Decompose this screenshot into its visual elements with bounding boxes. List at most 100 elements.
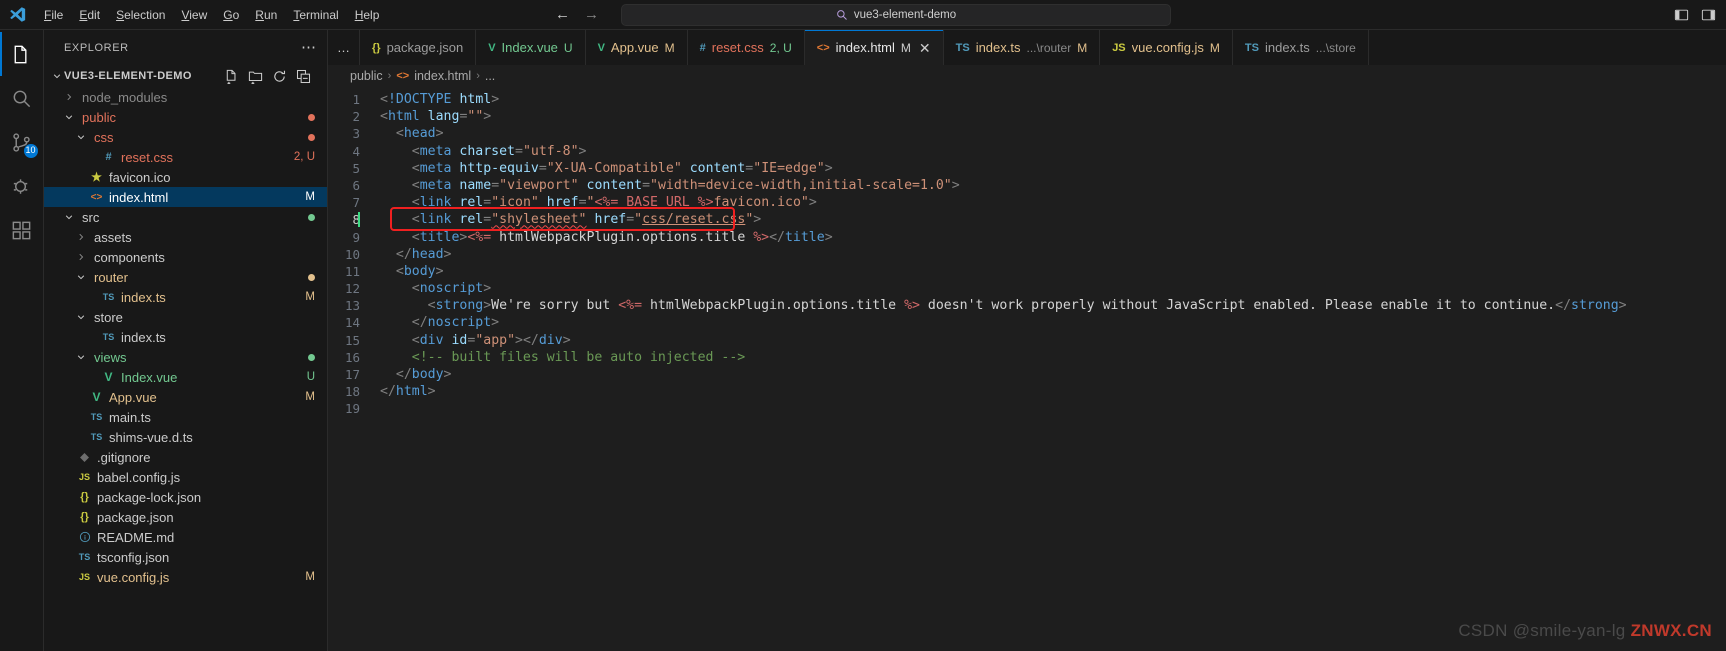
code-token: head <box>403 126 436 142</box>
menu-view[interactable]: View <box>173 5 215 25</box>
tree-item-reset.css[interactable]: # reset.css 2, U <box>44 147 327 167</box>
tree-item-src[interactable]: src <box>44 207 327 227</box>
tree-item-main.ts[interactable]: TS main.ts <box>44 407 327 427</box>
tab-reset.css[interactable]: # reset.css 2, U <box>687 30 805 65</box>
activity-bar: 10 <box>0 30 44 651</box>
tab-index.ts-store[interactable]: TS index.ts ...\store <box>1232 30 1369 65</box>
code-token: > <box>483 298 492 314</box>
code-line: 19 <box>328 400 1726 417</box>
tab-index.ts-router[interactable]: TS index.ts ...\router M <box>943 30 1101 65</box>
menu-file[interactable]: File <box>36 5 71 25</box>
tab-app.vue[interactable]: V App.vue M <box>585 30 688 65</box>
code-line-text: <title><%= htmlWebpackPlugin.options.tit… <box>380 229 1726 246</box>
breadcrumb-item[interactable]: public <box>350 69 383 83</box>
tree-item-components[interactable]: components <box>44 247 327 267</box>
tree-item-index.ts[interactable]: TS index.ts <box>44 327 327 347</box>
code-token: > <box>1618 298 1627 314</box>
activity-explorer-button[interactable] <box>0 32 44 76</box>
tree-item-package.json[interactable]: {} package.json <box>44 507 327 527</box>
tree-item-node-modules[interactable]: node_modules <box>44 87 327 107</box>
tab-index.vue[interactable]: V Index.vue U <box>476 30 586 65</box>
tree-item-public[interactable]: public <box>44 107 327 127</box>
code-token: > <box>491 315 500 331</box>
tree-item-.gitignore[interactable]: .gitignore <box>44 447 327 467</box>
tab-index.html[interactable]: <> index.html M ✕ <box>804 30 944 65</box>
quick-open-input[interactable]: vue3-element-demo <box>621 3 1171 26</box>
breadcrumb-item[interactable]: ... <box>485 69 495 83</box>
editor-tab-bar[interactable]: … {} package.json V Index.vue U V App.vue M # rese… <box>328 30 1726 65</box>
file-tree[interactable]: VUE3-ELEMENT-DEMO node_modules public css # r… <box>44 65 327 651</box>
arrow-left-icon[interactable]: ← <box>555 7 570 22</box>
ellipsis-icon[interactable]: ⋯ <box>301 40 317 55</box>
tree-item-assets[interactable]: assets <box>44 227 327 247</box>
code-line: 15 <div id="app"></div> <box>328 332 1726 349</box>
refresh-icon[interactable] <box>272 69 287 84</box>
menu-bar[interactable]: File Edit Selection View Go Run Terminal… <box>36 5 387 25</box>
toggle-panel-layout-icon[interactable] <box>1674 8 1689 22</box>
code-token: = <box>483 195 492 211</box>
chevron-down-icon <box>74 131 87 144</box>
chevron-down-icon <box>74 351 87 364</box>
code-token: = <box>626 212 635 228</box>
tree-item-index.vue[interactable]: V Index.vue U <box>44 367 327 387</box>
new-folder-icon[interactable] <box>248 69 263 84</box>
tree-item-index.ts[interactable]: TS index.ts M <box>44 287 327 307</box>
tree-item-views[interactable]: views <box>44 347 327 367</box>
tree-root-row[interactable]: VUE3-ELEMENT-DEMO <box>44 65 327 87</box>
tab-path: ...\router <box>1026 40 1072 55</box>
activity-extensions-button[interactable] <box>0 208 44 252</box>
code-token: </ <box>380 367 412 382</box>
customize-layout-icon[interactable] <box>1701 8 1716 22</box>
code-token: < <box>380 281 420 297</box>
collapse-all-icon[interactable] <box>296 69 311 84</box>
code-token: > <box>491 92 500 107</box>
tree-item-readme.md[interactable]: i README.md <box>44 527 327 547</box>
code-token: > <box>808 195 817 211</box>
tree-item-store[interactable]: store <box>44 307 327 327</box>
activity-source-control-button[interactable]: 10 <box>0 120 44 164</box>
code-token: > <box>435 263 444 279</box>
menu-edit[interactable]: Edit <box>71 5 108 25</box>
code-line-text: </head> <box>380 246 1726 263</box>
code-token: charset <box>459 143 515 159</box>
activity-search-button[interactable] <box>0 76 44 120</box>
tree-item-index.html[interactable]: <> index.html M <box>44 187 327 207</box>
tree-item-favicon.ico[interactable]: ★ favicon.ico <box>44 167 327 187</box>
tree-item-package-lock.json[interactable]: {} package-lock.json <box>44 487 327 507</box>
activity-debug-button[interactable] <box>0 164 44 208</box>
tree-item-label: package.json <box>97 509 174 525</box>
menu-terminal[interactable]: Terminal <box>285 5 346 25</box>
breadcrumb[interactable]: public › <> index.html ›... <box>328 65 1726 87</box>
tree-item-shims-vue.d.ts[interactable]: TS shims-vue.d.ts <box>44 427 327 447</box>
arrow-right-icon[interactable]: → <box>584 7 599 22</box>
code-token: > <box>435 126 444 142</box>
tab-close-icon[interactable]: ✕ <box>919 41 931 55</box>
breadcrumb-item[interactable]: index.html <box>414 69 471 83</box>
menu-go[interactable]: Go <box>215 5 247 25</box>
code-line-text: </noscript> <box>380 314 1726 331</box>
code-line: 3 <head> <box>328 125 1726 142</box>
tree-item-vue.config.js[interactable]: JS vue.config.js M <box>44 567 327 587</box>
tree-item-babel.config.js[interactable]: JS babel.config.js <box>44 467 327 487</box>
code-editor[interactable]: 1 <!DOCTYPE html> 2 <html lang=""> 3 <head> 4… <box>328 87 1726 651</box>
menu-selection[interactable]: Selection <box>108 5 173 25</box>
tab-package.json[interactable]: {} package.json <box>360 30 477 65</box>
code-token: < <box>380 212 420 228</box>
tab-status-badge: M <box>1077 40 1088 55</box>
new-file-icon[interactable] <box>224 69 239 84</box>
image-file-icon: ★ <box>91 170 102 184</box>
tab-status-badge: 2, U <box>769 40 792 55</box>
tab-label: index.html <box>835 40 895 55</box>
tree-item-app.vue[interactable]: V App.vue M <box>44 387 327 407</box>
tree-item-label: components <box>94 249 165 265</box>
tab-overflow-button[interactable]: … <box>328 30 360 65</box>
tree-item-tsconfig.json[interactable]: TS tsconfig.json <box>44 547 327 567</box>
tree-item-router[interactable]: router <box>44 267 327 287</box>
tab-vue.config.js[interactable]: JS vue.config.js M <box>1100 30 1233 65</box>
menu-help[interactable]: Help <box>347 5 388 25</box>
tree-item-css[interactable]: css <box>44 127 327 147</box>
menu-run[interactable]: Run <box>247 5 285 25</box>
